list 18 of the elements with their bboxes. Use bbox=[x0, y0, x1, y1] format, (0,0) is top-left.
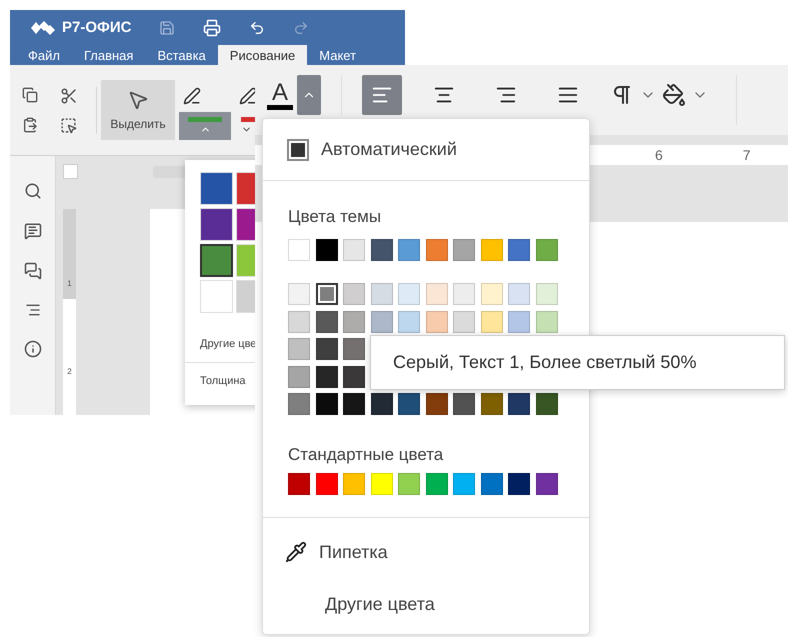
ruler-number: 6 bbox=[655, 147, 663, 163]
ruler-number: 1 bbox=[67, 278, 72, 288]
section-title: Стандартные цвета bbox=[288, 444, 444, 465]
section-title: Цвета темы bbox=[288, 207, 382, 228]
automatic-color-item[interactable]: Автоматический bbox=[263, 119, 589, 180]
menu-tab[interactable]: Главная bbox=[72, 45, 146, 65]
font-color-button[interactable]: A bbox=[263, 75, 297, 115]
eyedropper-item[interactable]: Пипетка bbox=[263, 530, 589, 575]
menu-tab[interactable]: Файл bbox=[16, 45, 72, 65]
menu-tab[interactable]: Рисование bbox=[218, 45, 308, 65]
menu-tab[interactable]: Макет bbox=[307, 45, 368, 65]
select-button[interactable]: Выделить bbox=[101, 80, 175, 140]
tooltip: Серый, Текст 1, Более светлый 50% bbox=[370, 335, 785, 390]
app-name: Р7-ОФИС bbox=[62, 19, 132, 36]
more-colors-item[interactable]: Другие цвета bbox=[263, 574, 589, 634]
menu-tab[interactable]: Вставка bbox=[145, 45, 218, 65]
ruler-number: 7 bbox=[742, 147, 751, 163]
ruler-number: 2 bbox=[67, 366, 72, 376]
